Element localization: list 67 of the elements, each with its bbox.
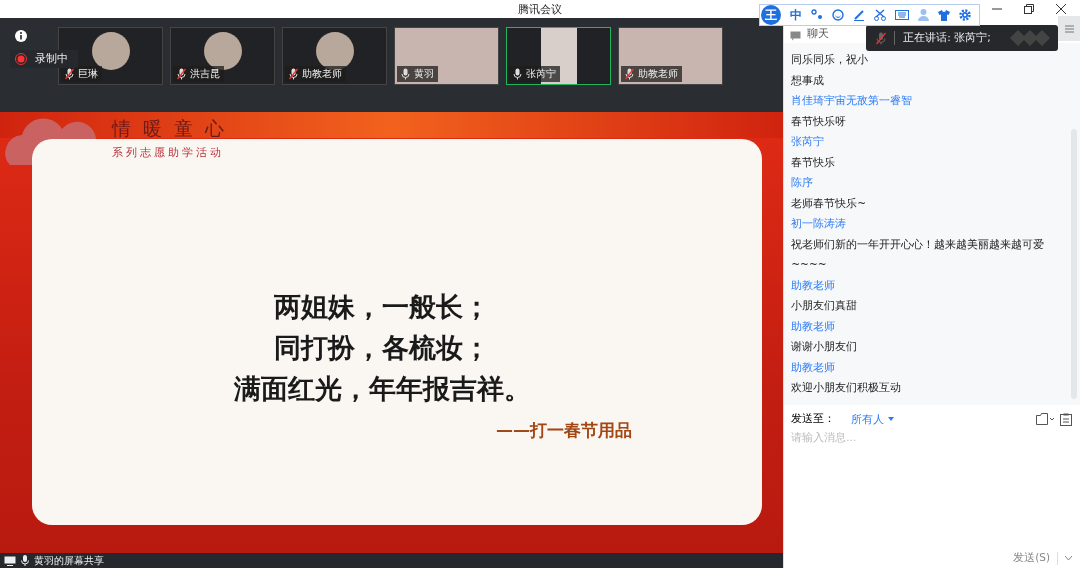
participant-name: 助教老师 — [638, 67, 678, 81]
slide-subtitle: 系列志愿助学活动 — [112, 145, 224, 160]
sender-name: 肖佳琦宇宙无敌第一睿智 — [791, 93, 914, 108]
participant-name: 黄羽 — [414, 67, 434, 81]
riddle-line: 两姐妹，一般长； — [273, 290, 491, 324]
chat-message: ~~~~ — [791, 257, 828, 272]
riddle-answer: ——打一春节用品 — [496, 419, 632, 442]
participant-tile[interactable]: 助教老师 — [618, 27, 723, 85]
send-to-label: 发送至： — [791, 412, 836, 426]
chat-message: 春节快乐呀 — [791, 113, 848, 129]
riddle-line: 满面红光，年年报吉祥。 — [233, 372, 531, 406]
folder-icon[interactable] — [1036, 413, 1054, 425]
chat-message: 小朋友们真甜 — [791, 298, 859, 313]
close-icon[interactable] — [1056, 4, 1066, 14]
participant-tile[interactable]: 助教老师 — [282, 27, 387, 85]
settings-icon[interactable] — [959, 9, 971, 21]
avatar-placeholder — [203, 32, 242, 70]
sender-name: 助教老师 — [791, 359, 837, 375]
emoji-icon[interactable] — [832, 9, 844, 21]
sender-name: 助教老师 — [791, 318, 837, 334]
speaking-text: 正在讲话: 张芮宁; — [903, 31, 991, 45]
participant-tile[interactable]: 黄羽 — [394, 27, 499, 85]
sender-name: 张芮宁 — [791, 134, 826, 149]
chat-message: 欢迎小朋友们积极互动 — [791, 380, 903, 395]
participant-tile[interactable]: 张芮宁 — [506, 27, 611, 85]
shirt-icon[interactable] — [938, 9, 950, 21]
record-icon — [15, 53, 27, 65]
pen-icon[interactable] — [853, 9, 865, 21]
punctuation-icon[interactable] — [811, 9, 823, 21]
scissors-icon[interactable] — [874, 9, 886, 21]
chat-message: 同乐同乐，祝小 — [791, 52, 870, 67]
chat-message: 老师春节快乐~ — [791, 195, 868, 211]
window-title: 腾讯会议 — [518, 1, 562, 17]
recipient-dropdown[interactable]: 所有人 — [841, 411, 895, 427]
participant-tile[interactable]: 洪吉昆 — [170, 27, 275, 85]
chat-title: 聊天 — [807, 27, 830, 41]
logo-icon — [1010, 30, 1051, 46]
restore-icon[interactable] — [1024, 4, 1034, 14]
chat-icon — [790, 31, 802, 41]
slide-title: 情暖童心 — [112, 116, 236, 141]
chat-message: 春节快乐 — [791, 154, 837, 170]
menu-icon — [1064, 24, 1074, 33]
chat-message: 祝老师们新的一年开开心心！越来越美丽越来越可爱 — [791, 236, 1046, 252]
ime-mode-button[interactable]: 中 — [790, 6, 802, 24]
share-label: 黄羽的屏幕共享 — [34, 553, 104, 568]
keyboard-icon[interactable] — [895, 10, 909, 20]
caret-icon[interactable] — [1065, 556, 1072, 560]
sender-name: 陈序 — [791, 175, 815, 190]
mic-icon — [21, 555, 29, 566]
muted-mic-icon — [876, 31, 887, 45]
chat-message: 想事成 — [791, 72, 826, 88]
screen-share-icon — [4, 555, 16, 566]
caret-icon — [888, 417, 895, 421]
chat-message: 谢谢小朋友们 — [791, 339, 859, 354]
avatar-placeholder — [91, 32, 130, 70]
participant-name: 张芮宁 — [526, 67, 556, 81]
participant-name: 助教老师 — [302, 67, 342, 81]
sender-name: 初一陈涛涛 — [791, 216, 848, 231]
clipboard-icon[interactable] — [1060, 412, 1072, 426]
info-icon[interactable] — [12, 27, 30, 45]
ime-logo[interactable]: 王 — [761, 5, 781, 25]
riddle-line: 同打扮，各梳妆； — [273, 331, 491, 365]
participant-name: 洪吉昆 — [190, 67, 220, 81]
participant-name: 巨琳 — [78, 67, 98, 81]
recording-indicator[interactable]: 录制中 — [10, 50, 78, 68]
send-button[interactable]: 发送(S) — [1013, 551, 1050, 565]
sender-name: 助教老师 — [791, 277, 837, 293]
